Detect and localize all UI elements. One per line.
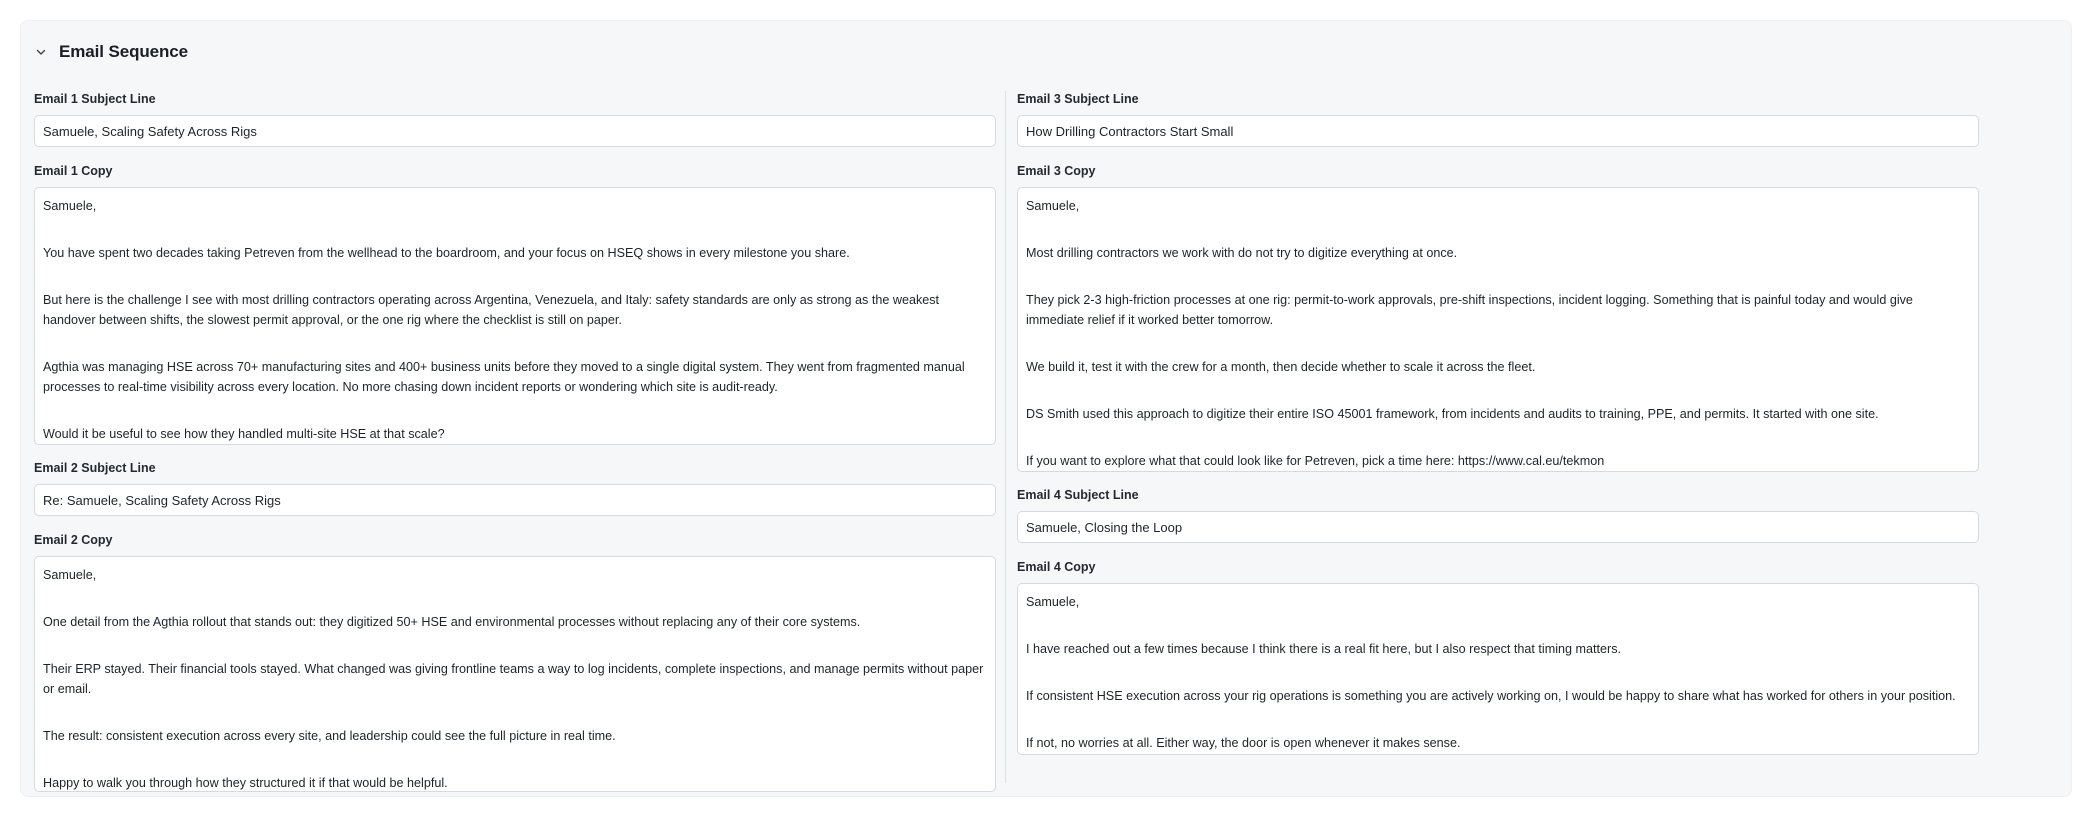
section-title: Email Sequence	[59, 42, 188, 61]
paragraph: If consistent HSE execution across your …	[1026, 689, 1956, 703]
paragraph: Their ERP stayed. Their financial tools …	[43, 662, 984, 696]
email-2-copy-textarea[interactable]: Samuele, One detail from the Agthia roll…	[34, 556, 996, 792]
email-1-subject-label: Email 1 Subject Line	[34, 92, 156, 106]
left-column: Email 1 Subject Line Samuele, Scaling Sa…	[34, 91, 996, 792]
column-divider	[1005, 91, 1006, 783]
paragraph: Samuele,	[1026, 199, 1080, 213]
paragraph: Samuele,	[1026, 595, 1080, 609]
email-2-copy-label: Email 2 Copy	[34, 533, 113, 547]
paragraph: If not, no worries at all. Either way, t…	[1026, 736, 1461, 750]
email-2-subject-label: Email 2 Subject Line	[34, 461, 156, 475]
email-3-copy-label: Email 3 Copy	[1017, 164, 1096, 178]
email-1-copy-label: Email 1 Copy	[34, 164, 113, 178]
paragraph: Agthia was managing HSE across 70+ manuf…	[43, 360, 965, 394]
paragraph: Samuele,	[43, 568, 97, 582]
email-sequence-panel: Email Sequence Email 1 Subject Line Samu…	[20, 20, 2072, 797]
paragraph: If you want to explore what that could l…	[1026, 454, 1605, 468]
email-4-copy-label: Email 4 Copy	[1017, 560, 1096, 574]
paragraph: Happy to walk you through how they struc…	[43, 776, 448, 790]
email-1-subject-input[interactable]: Samuele, Scaling Safety Across Rigs	[34, 115, 996, 147]
paragraph: One detail from the Agthia rollout that …	[43, 615, 861, 629]
email-3-subject-input[interactable]: How Drilling Contractors Start Small	[1017, 115, 1979, 147]
paragraph: But here is the challenge I see with mos…	[43, 293, 940, 327]
email-2-subject-input[interactable]: Re: Samuele, Scaling Safety Across Rigs	[34, 484, 996, 516]
paragraph: DS Smith used this approach to digitize …	[1026, 407, 1879, 421]
paragraph: We build it, test it with the crew for a…	[1026, 360, 1536, 374]
chevron-down-icon[interactable]	[35, 46, 47, 58]
email-1-copy-textarea[interactable]: Samuele, You have spent two decades taki…	[34, 187, 996, 445]
paragraph: They pick 2-3 high-friction processes at…	[1026, 293, 1913, 327]
email-3-subject-label: Email 3 Subject Line	[1017, 92, 1139, 106]
paragraph: Most drilling contractors we work with d…	[1026, 246, 1458, 260]
email-3-copy-textarea[interactable]: Samuele, Most drilling contractors we wo…	[1017, 187, 1979, 472]
email-4-subject-input[interactable]: Samuele, Closing the Loop	[1017, 511, 1979, 543]
section-header[interactable]: Email Sequence	[35, 39, 188, 65]
paragraph: Would it be useful to see how they handl…	[43, 427, 445, 441]
email-4-copy-textarea[interactable]: Samuele, I have reached out a few times …	[1017, 583, 1979, 755]
paragraph: You have spent two decades taking Petrev…	[43, 246, 850, 260]
paragraph: The result: consistent execution across …	[43, 729, 616, 743]
email-4-subject-label: Email 4 Subject Line	[1017, 488, 1139, 502]
paragraph: Samuele,	[43, 199, 97, 213]
paragraph: I have reached out a few times because I…	[1026, 642, 1622, 656]
right-column: Email 3 Subject Line How Drilling Contra…	[1017, 91, 1979, 755]
